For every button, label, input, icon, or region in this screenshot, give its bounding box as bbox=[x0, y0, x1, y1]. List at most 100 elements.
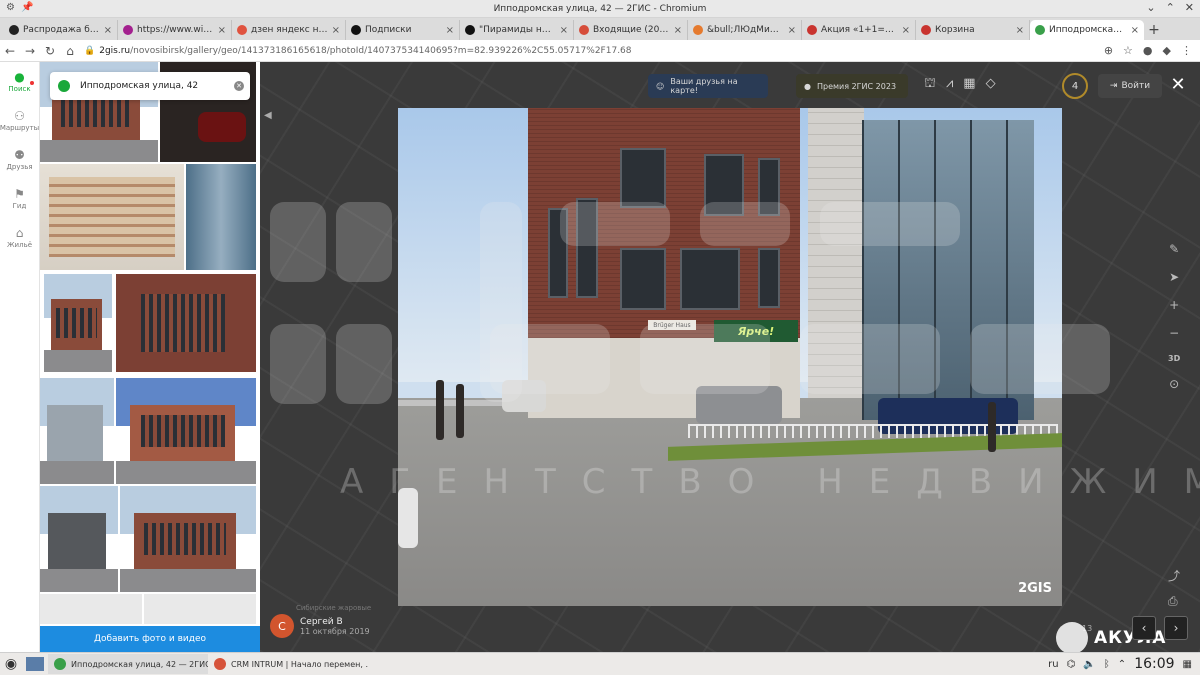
2gis-favicon bbox=[1035, 25, 1045, 35]
gallery-thumb[interactable] bbox=[116, 378, 256, 484]
gallery-thumb[interactable] bbox=[186, 164, 256, 270]
login-icon: ⇥ bbox=[1109, 81, 1118, 91]
clear-search-icon[interactable]: ✕ bbox=[234, 81, 244, 91]
photo-date: 11 октября 2019 bbox=[300, 626, 370, 636]
tab-close-icon[interactable]: × bbox=[1016, 25, 1024, 36]
shop-favicon bbox=[921, 25, 931, 35]
tab-label: Входящие (2002 н bbox=[593, 25, 670, 35]
gallery-thumb[interactable] bbox=[120, 486, 256, 592]
zen-favicon bbox=[351, 25, 361, 35]
back-icon[interactable]: ← bbox=[0, 44, 20, 58]
bluetooth-icon[interactable]: ᛒ bbox=[1104, 659, 1110, 670]
rail-item[interactable]: ⚉ Друзья bbox=[0, 140, 39, 179]
tab-label: https://www.wildbe bbox=[137, 25, 214, 35]
next-photo-button[interactable]: › bbox=[1164, 616, 1188, 640]
tab-close-icon[interactable]: × bbox=[446, 25, 454, 36]
taskbar-task[interactable]: CRM INTRUM | Начало перемен, ... bbox=[208, 654, 368, 674]
pin-icon[interactable]: 📌 bbox=[21, 2, 33, 13]
tab-close-icon[interactable]: × bbox=[1131, 25, 1139, 36]
3d-toggle[interactable]: 3D bbox=[1168, 354, 1180, 363]
search-box[interactable]: Ипподромская улица, 42 ✕ bbox=[50, 72, 250, 100]
notification-dot bbox=[30, 81, 34, 85]
ruler-icon[interactable]: ⩘ bbox=[946, 76, 953, 93]
gallery-thumb[interactable] bbox=[144, 594, 256, 624]
start-menu-icon[interactable]: ◉ bbox=[0, 654, 22, 674]
taskbar-task[interactable]: Ипподромская улица, 42 — 2ГИС - ... bbox=[48, 654, 208, 674]
gallery-thumb[interactable] bbox=[40, 378, 114, 484]
rail-item[interactable]: ⚇ Маршруты bbox=[0, 101, 39, 140]
browser-tab[interactable]: дзен яндекс новос × bbox=[232, 20, 346, 40]
routes-icon: ⚇ bbox=[14, 108, 25, 123]
tray-expand-icon[interactable]: ⌃ bbox=[1118, 659, 1126, 670]
award-chip[interactable]: ● Премия 2ГИС 2023 bbox=[796, 74, 908, 98]
zen-favicon bbox=[465, 25, 475, 35]
browser-tab[interactable]: Подписки × bbox=[346, 20, 460, 40]
ruler-tool-icon[interactable]: ✎ bbox=[1169, 242, 1179, 256]
new-tab-icon[interactable]: + bbox=[1144, 20, 1164, 40]
gallery-thumb[interactable] bbox=[116, 274, 256, 372]
compass-icon[interactable]: ⊙ bbox=[1169, 377, 1179, 391]
task-label: Ипподромская улица, 42 — 2ГИС - ... bbox=[71, 659, 208, 669]
tab-close-icon[interactable]: × bbox=[560, 25, 568, 36]
tab-close-icon[interactable]: × bbox=[674, 25, 682, 36]
browser-tab[interactable]: &bull;ЛЮдМил@& × bbox=[688, 20, 802, 40]
app-menu-icon[interactable]: ⚙ bbox=[6, 2, 15, 13]
print-icon[interactable]: ⎙ bbox=[1168, 594, 1180, 609]
collapse-panel-icon[interactable]: ◀ bbox=[264, 110, 272, 121]
tab-close-icon[interactable]: × bbox=[104, 25, 112, 36]
friends-icon: ⚉ bbox=[14, 147, 25, 162]
gallery-thumb[interactable] bbox=[44, 274, 112, 372]
gallery-thumb[interactable] bbox=[40, 164, 184, 270]
browser-tab[interactable]: Акция «1+1=3» 🎁 × bbox=[802, 20, 916, 40]
gallery-thumb[interactable] bbox=[40, 486, 118, 592]
browser-tab[interactable]: "Пирамиды на дне × bbox=[460, 20, 574, 40]
forward-icon[interactable]: → bbox=[20, 44, 40, 58]
add-photo-button[interactable]: Добавить фото и видео bbox=[40, 626, 260, 652]
tab-close-icon[interactable]: × bbox=[902, 25, 910, 36]
friends-on-map-chip[interactable]: ☺ Ваши друзья на карте! bbox=[648, 74, 768, 98]
clock: 16:09 bbox=[1134, 656, 1175, 672]
network-icon[interactable]: ⌬ bbox=[1067, 659, 1076, 670]
browser-tab[interactable]: Ипподромская улц × bbox=[1030, 20, 1144, 40]
keyboard-layout[interactable]: ru bbox=[1048, 659, 1058, 670]
shop-sign-green: Ярче! bbox=[714, 320, 798, 342]
volume-icon[interactable]: 🔈 bbox=[1083, 659, 1095, 670]
tab-close-icon[interactable]: × bbox=[788, 25, 796, 36]
rail-item[interactable]: ⚑ Гид bbox=[0, 179, 39, 218]
reload-icon[interactable]: ↻ bbox=[40, 44, 60, 58]
tab-close-icon[interactable]: × bbox=[332, 25, 340, 36]
zoom-in-icon[interactable]: + bbox=[1169, 298, 1179, 312]
zoom-icon[interactable]: ⊕ bbox=[1104, 44, 1113, 57]
url-field[interactable]: 🔒 2gis.ru /novosibirsk/gallery/geo/14137… bbox=[84, 42, 1104, 60]
entrance-icon[interactable]: ⛫ bbox=[924, 76, 936, 93]
rail-item[interactable]: ⌂ Жильё bbox=[0, 218, 39, 257]
friends-icon: ☺ bbox=[656, 81, 665, 91]
profile-icon[interactable]: ● bbox=[1143, 44, 1153, 57]
close-viewer-icon[interactable]: ✕ bbox=[1168, 74, 1188, 95]
layers-icon[interactable]: ◇ bbox=[986, 76, 996, 93]
extension-icon[interactable]: ◆ bbox=[1163, 44, 1171, 57]
browser-tab[interactable]: Распродажа бренд × bbox=[4, 20, 118, 40]
photo-author[interactable]: С Сергей В 11 октября 2019 bbox=[270, 614, 370, 638]
browser-menu-icon[interactable]: ⋮ bbox=[1181, 44, 1192, 57]
maximize-icon[interactable]: ⌃ bbox=[1166, 1, 1175, 14]
browser-tab[interactable]: https://www.wildbe × bbox=[118, 20, 232, 40]
bookmark-star-icon[interactable]: ☆ bbox=[1123, 44, 1133, 57]
locate-icon[interactable]: ➤ bbox=[1169, 270, 1179, 284]
traffic-indicator[interactable]: 4 bbox=[1062, 73, 1088, 99]
gallery-thumb[interactable] bbox=[40, 594, 142, 624]
previous-photo-button[interactable]: ‹ bbox=[1132, 616, 1156, 640]
share-icon[interactable]: ⤴ bbox=[1168, 567, 1180, 584]
print-layer-icon[interactable]: ▦ bbox=[963, 76, 975, 93]
browser-tab[interactable]: Корзина × bbox=[916, 20, 1030, 40]
minimize-icon[interactable]: ⌄ bbox=[1146, 1, 1155, 14]
home-icon[interactable]: ⌂ bbox=[60, 44, 80, 58]
tab-close-icon[interactable]: × bbox=[218, 25, 226, 36]
close-window-icon[interactable]: ✕ bbox=[1185, 1, 1194, 14]
login-button[interactable]: ⇥ Войти bbox=[1098, 74, 1162, 98]
search-pin-icon: ● bbox=[14, 69, 25, 84]
desktop-switcher-icon[interactable] bbox=[26, 657, 44, 671]
zoom-out-icon[interactable]: − bbox=[1169, 326, 1179, 340]
browser-tab[interactable]: Входящие (2002 н × bbox=[574, 20, 688, 40]
show-desktop-icon[interactable]: ▦ bbox=[1183, 659, 1192, 670]
